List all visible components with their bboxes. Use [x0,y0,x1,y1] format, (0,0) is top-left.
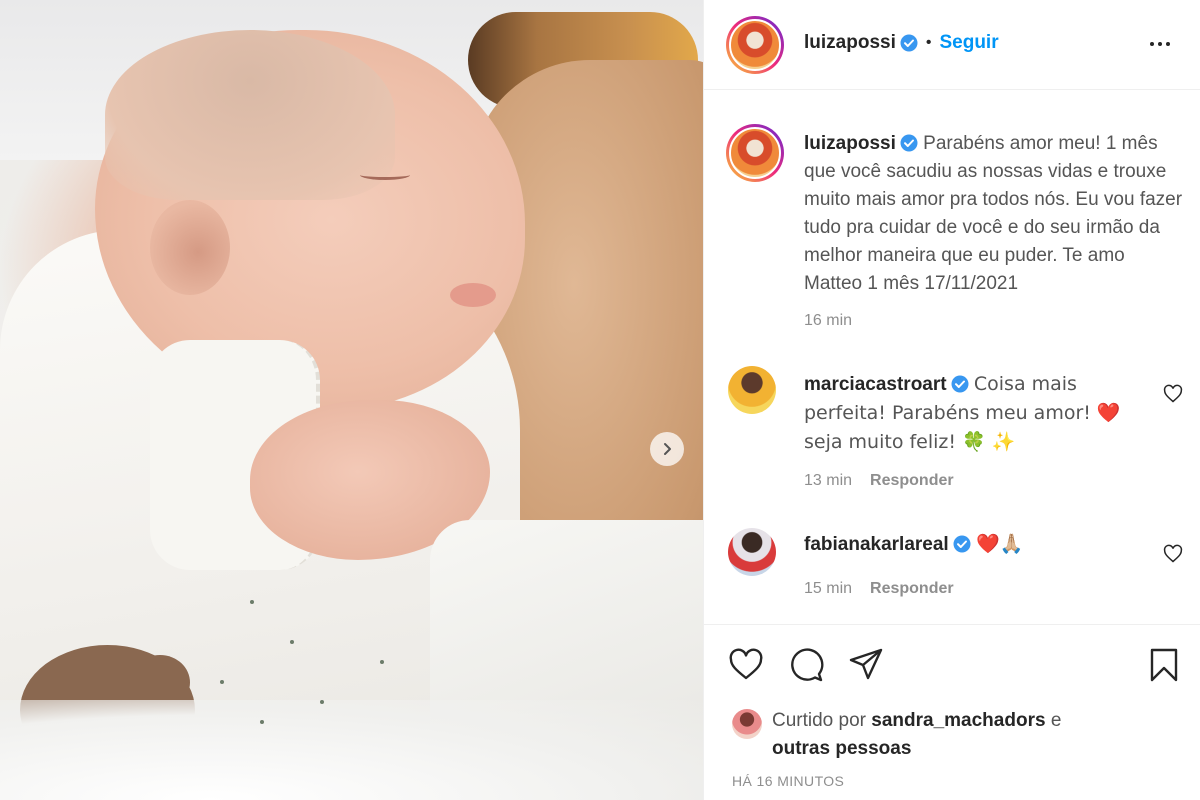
chevron-right-icon [664,443,671,455]
photo-dot [260,720,264,724]
caption-author-avatar[interactable] [726,124,784,182]
verified-badge-icon [900,34,918,52]
photo-baby-mouth [450,283,496,307]
reply-button[interactable]: Responder [870,580,954,598]
comment-timestamp[interactable]: 15 min [804,580,852,598]
comment-text: ❤️🙏🏼 [975,533,1024,555]
likes-conjunction: e [1050,710,1062,731]
author-avatar[interactable] [726,16,784,74]
photo-baby-hair [105,30,395,200]
commenter-avatar[interactable] [728,528,776,576]
comment-like-heart-icon[interactable] [1163,544,1183,564]
comment-text-block: marciacastroart Coisa mais perfeita! Par… [804,370,1144,457]
photo-dot [220,680,224,684]
post-date[interactable]: HÁ 16 MINUTOS [732,773,844,789]
commenter-avatar[interactable] [728,366,776,414]
post-photo [0,0,703,800]
liker-username[interactable]: sandra_machadors [871,710,1045,731]
verified-badge-icon [951,375,969,393]
likes-prefix: Curtido por [772,710,866,731]
caption-text: Parabéns amor meu! 1 mês que você sacudi… [804,133,1183,294]
commenter-username[interactable]: marciacastroart [804,374,947,395]
photo-dot [320,700,324,704]
photo-baby-eye [360,170,410,180]
post-actions: Curtido por sandra_machadors e outras pe… [704,624,1200,800]
caption-text-block: luizapossi Parabéns amor meu! 1 mês que … [804,130,1184,298]
author-username[interactable]: luizapossi [804,32,896,54]
photo-baby-ear [150,200,230,295]
caption-timestamp[interactable]: 16 min [804,312,852,330]
liker-avatar[interactable] [732,709,762,739]
likes-others-link[interactable]: outras pessoas [772,738,911,759]
paper-plane-icon[interactable] [848,647,884,683]
author-name-row: luizapossi • Seguir [804,32,999,54]
likes-summary: Curtido por sandra_machadors e outras pe… [772,707,1152,763]
verified-badge-icon [900,134,918,152]
post-header: luizapossi • Seguir [704,0,1200,90]
next-photo-button[interactable] [650,432,684,466]
heart-icon[interactable] [728,647,764,683]
comment-meta: 15 min Responder [804,580,954,598]
photo-fleece [0,700,703,800]
photo-dot [250,600,254,604]
separator-dot: • [925,34,932,51]
photo-dot [290,640,294,644]
post-side-panel: luizapossi • Seguir luizapossi Parabéns … [703,0,1200,800]
comment-text-block: fabianakarlareal ❤️🙏🏼 [804,530,1144,559]
more-options-icon[interactable] [1150,36,1174,52]
caption-username[interactable]: luizapossi [804,133,896,154]
bookmark-icon[interactable] [1146,647,1182,683]
verified-badge-icon [953,535,971,553]
comment-like-heart-icon[interactable] [1163,384,1183,404]
comment-meta: 13 min Responder [804,472,954,490]
reply-button[interactable]: Responder [870,472,954,490]
follow-button[interactable]: Seguir [939,32,998,54]
comment-timestamp[interactable]: 13 min [804,472,852,490]
commenter-username[interactable]: fabianakarlareal [804,534,949,555]
comment-icon[interactable] [788,647,824,683]
photo-dot [380,660,384,664]
